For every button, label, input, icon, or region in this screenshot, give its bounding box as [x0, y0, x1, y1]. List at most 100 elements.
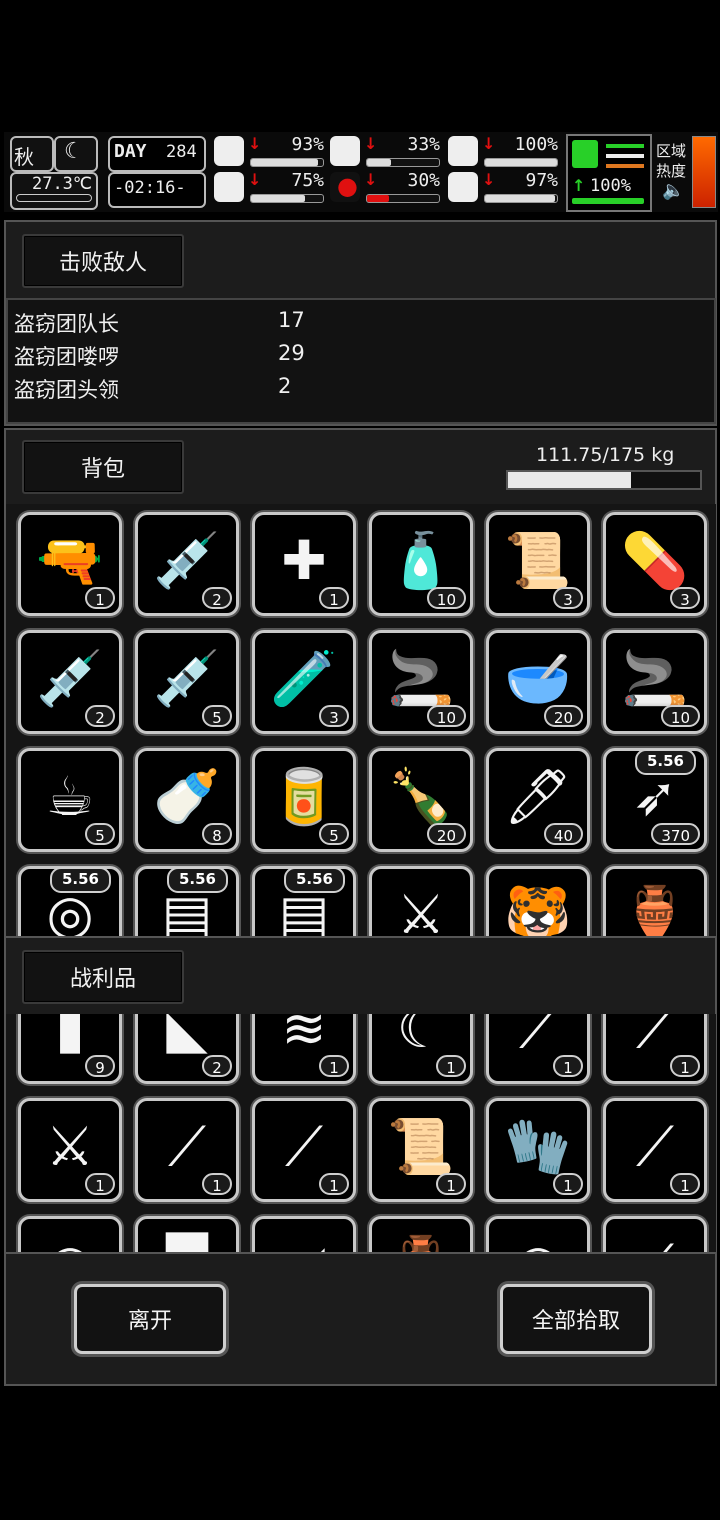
speaker-icon[interactable]: 🔈	[662, 180, 684, 201]
item-icon: ▀	[138, 1225, 236, 1252]
backpack-grid[interactable]: 🔫 1 💉 2 ✚ 1 🧴 10 📜 3 💊 3 💉 2 💉 5 🧪 3 🚬 10 🥣 20 🚬 10 ☕ 5 🍼 8 🥫 5 🍾 20 🖊 40…	[6, 504, 716, 936]
heat-meter	[692, 136, 716, 208]
stamina-trend-up-icon: ↑	[572, 176, 586, 195]
item-slot[interactable]: ⟋ 1	[135, 1098, 239, 1202]
item-count: 1	[319, 587, 349, 609]
item-slot[interactable]: 🚬 10	[369, 630, 473, 734]
caliber-badge: 5.56	[49, 867, 111, 893]
mental-value: 75%	[291, 170, 324, 191]
item-slot[interactable]: 🔫 1	[18, 512, 122, 616]
item-slot[interactable]: 🍾 20	[369, 748, 473, 852]
item-slot[interactable]: 🏺	[369, 1216, 473, 1252]
enemy-count: 2	[278, 374, 292, 398]
vase-icon: 🏺	[621, 883, 689, 936]
action-bar: 离开 全部拾取	[4, 1252, 717, 1386]
item-slot[interactable]: 🍼 8	[135, 748, 239, 852]
stomach-icon	[330, 136, 360, 166]
leave-label: 离开	[127, 1309, 172, 1334]
item-slot[interactable]: 💉 5	[135, 630, 239, 734]
loot-grid[interactable]: ▮9◣2≋1☾1⟋1⟋1⚔1⟋1⟋1📜1🧤1⟋1◠▀◢🏺◠⟋	[6, 1014, 716, 1252]
hunger-bar	[366, 158, 440, 167]
item-slot[interactable]: ▤ 5.56	[252, 866, 356, 936]
hydration-bar	[484, 158, 558, 167]
boot-icon	[572, 140, 598, 168]
health-value: 93%	[291, 134, 324, 155]
zone-label: 区域	[656, 142, 687, 160]
item-count: 5	[319, 823, 349, 845]
item-slot[interactable]: ☾ 1	[369, 1014, 473, 1084]
hunger-value: 33%	[407, 134, 440, 155]
day-label: DAY	[114, 141, 147, 162]
item-slot[interactable]: ✚ 1	[252, 512, 356, 616]
blood-value: 30%	[407, 170, 440, 191]
item-slot[interactable]: ▀	[135, 1216, 239, 1252]
item-slot[interactable]: ◎ 5.56	[18, 866, 122, 936]
item-slot[interactable]: 🧴 10	[369, 512, 473, 616]
item-count: 20	[426, 823, 466, 845]
season-badge: 秋	[10, 136, 54, 172]
item-slot[interactable]: ☕ 5	[18, 748, 122, 852]
item-slot[interactable]: ◣ 2	[135, 1014, 239, 1084]
item-slot[interactable]: 🥣 20	[486, 630, 590, 734]
machete-icon: ⚔	[396, 883, 446, 936]
item-count: 5	[202, 705, 232, 727]
item-slot[interactable]: ⟋ 1	[486, 1014, 590, 1084]
stamina-bar	[572, 198, 644, 204]
enemy-list: 盗窃团队长 17 盗窃团喽啰 29 盗窃团头领 2	[6, 298, 716, 424]
item-slot[interactable]: ≋ 1	[252, 1014, 356, 1084]
health-bar	[250, 158, 324, 167]
blood-drop-icon: ●	[330, 172, 360, 202]
item-slot[interactable]: 💊 3	[603, 512, 707, 616]
item-icon: ◢	[255, 1225, 353, 1252]
item-slot[interactable]: 📜 3	[486, 512, 590, 616]
item-slot[interactable]: ⟋ 1	[603, 1014, 707, 1084]
item-slot[interactable]: ◢	[252, 1216, 356, 1252]
item-count: 1	[85, 1173, 115, 1195]
item-slot[interactable]: ▮ 9	[18, 1014, 122, 1084]
enemy-name: 盗窃团队长	[14, 312, 119, 336]
heart-icon	[448, 172, 478, 202]
enemy-count: 17	[278, 308, 305, 332]
item-slot[interactable]: ⟋ 1	[252, 1098, 356, 1202]
item-slot[interactable]: ▤ 5.56	[135, 866, 239, 936]
caliber-badge: 5.56	[166, 867, 228, 893]
zone-heat[interactable]: 区域 热度 🔈	[654, 134, 716, 208]
take-all-label: 全部拾取	[531, 1309, 620, 1334]
item-slot[interactable]: ➶ 370 5.56	[603, 748, 707, 852]
brain-icon	[214, 172, 244, 202]
item-slot[interactable]: ⟋ 1	[603, 1098, 707, 1202]
item-slot[interactable]: 🧤 1	[486, 1098, 590, 1202]
item-count: 1	[553, 1173, 583, 1195]
item-count: 1	[670, 1173, 700, 1195]
item-slot[interactable]: 📜 1	[369, 1098, 473, 1202]
loot-title: 战利品	[69, 967, 136, 992]
item-slot[interactable]: 🐯	[486, 866, 590, 936]
day-number: 284	[166, 142, 197, 162]
weight-bar-fill	[508, 472, 631, 488]
game-clock: -02:16-	[108, 172, 206, 208]
leave-button[interactable]: 离开	[74, 1284, 226, 1354]
item-slot[interactable]: 💉 2	[135, 512, 239, 616]
item-count: 2	[85, 705, 115, 727]
stamina-panel: ↑ 100%	[566, 134, 652, 212]
item-slot[interactable]: ◠	[18, 1216, 122, 1252]
item-slot[interactable]: ⟋	[603, 1216, 707, 1252]
item-slot[interactable]: ◠	[486, 1216, 590, 1252]
item-slot[interactable]: 🧪 3	[252, 630, 356, 734]
item-count: 2	[202, 587, 232, 609]
item-slot[interactable]: ⚔	[369, 866, 473, 936]
item-slot[interactable]: 🚬 10	[603, 630, 707, 734]
day-counter: DAY 284	[108, 136, 206, 172]
defeated-title: 击败敌人	[58, 251, 147, 276]
take-all-button[interactable]: 全部拾取	[500, 1284, 652, 1354]
item-slot[interactable]: 🏺	[603, 866, 707, 936]
item-slot[interactable]: 🥫 5	[252, 748, 356, 852]
temperature-readout: 27.3℃	[31, 174, 92, 194]
thermometer-icon	[16, 194, 92, 202]
clock-readout: -02:16-	[114, 178, 186, 198]
item-count: 10	[426, 587, 466, 609]
item-slot[interactable]: 💉 2	[18, 630, 122, 734]
item-slot[interactable]: 🖊 40	[486, 748, 590, 852]
heart-value: 97%	[525, 170, 558, 191]
item-slot[interactable]: ⚔ 1	[18, 1098, 122, 1202]
